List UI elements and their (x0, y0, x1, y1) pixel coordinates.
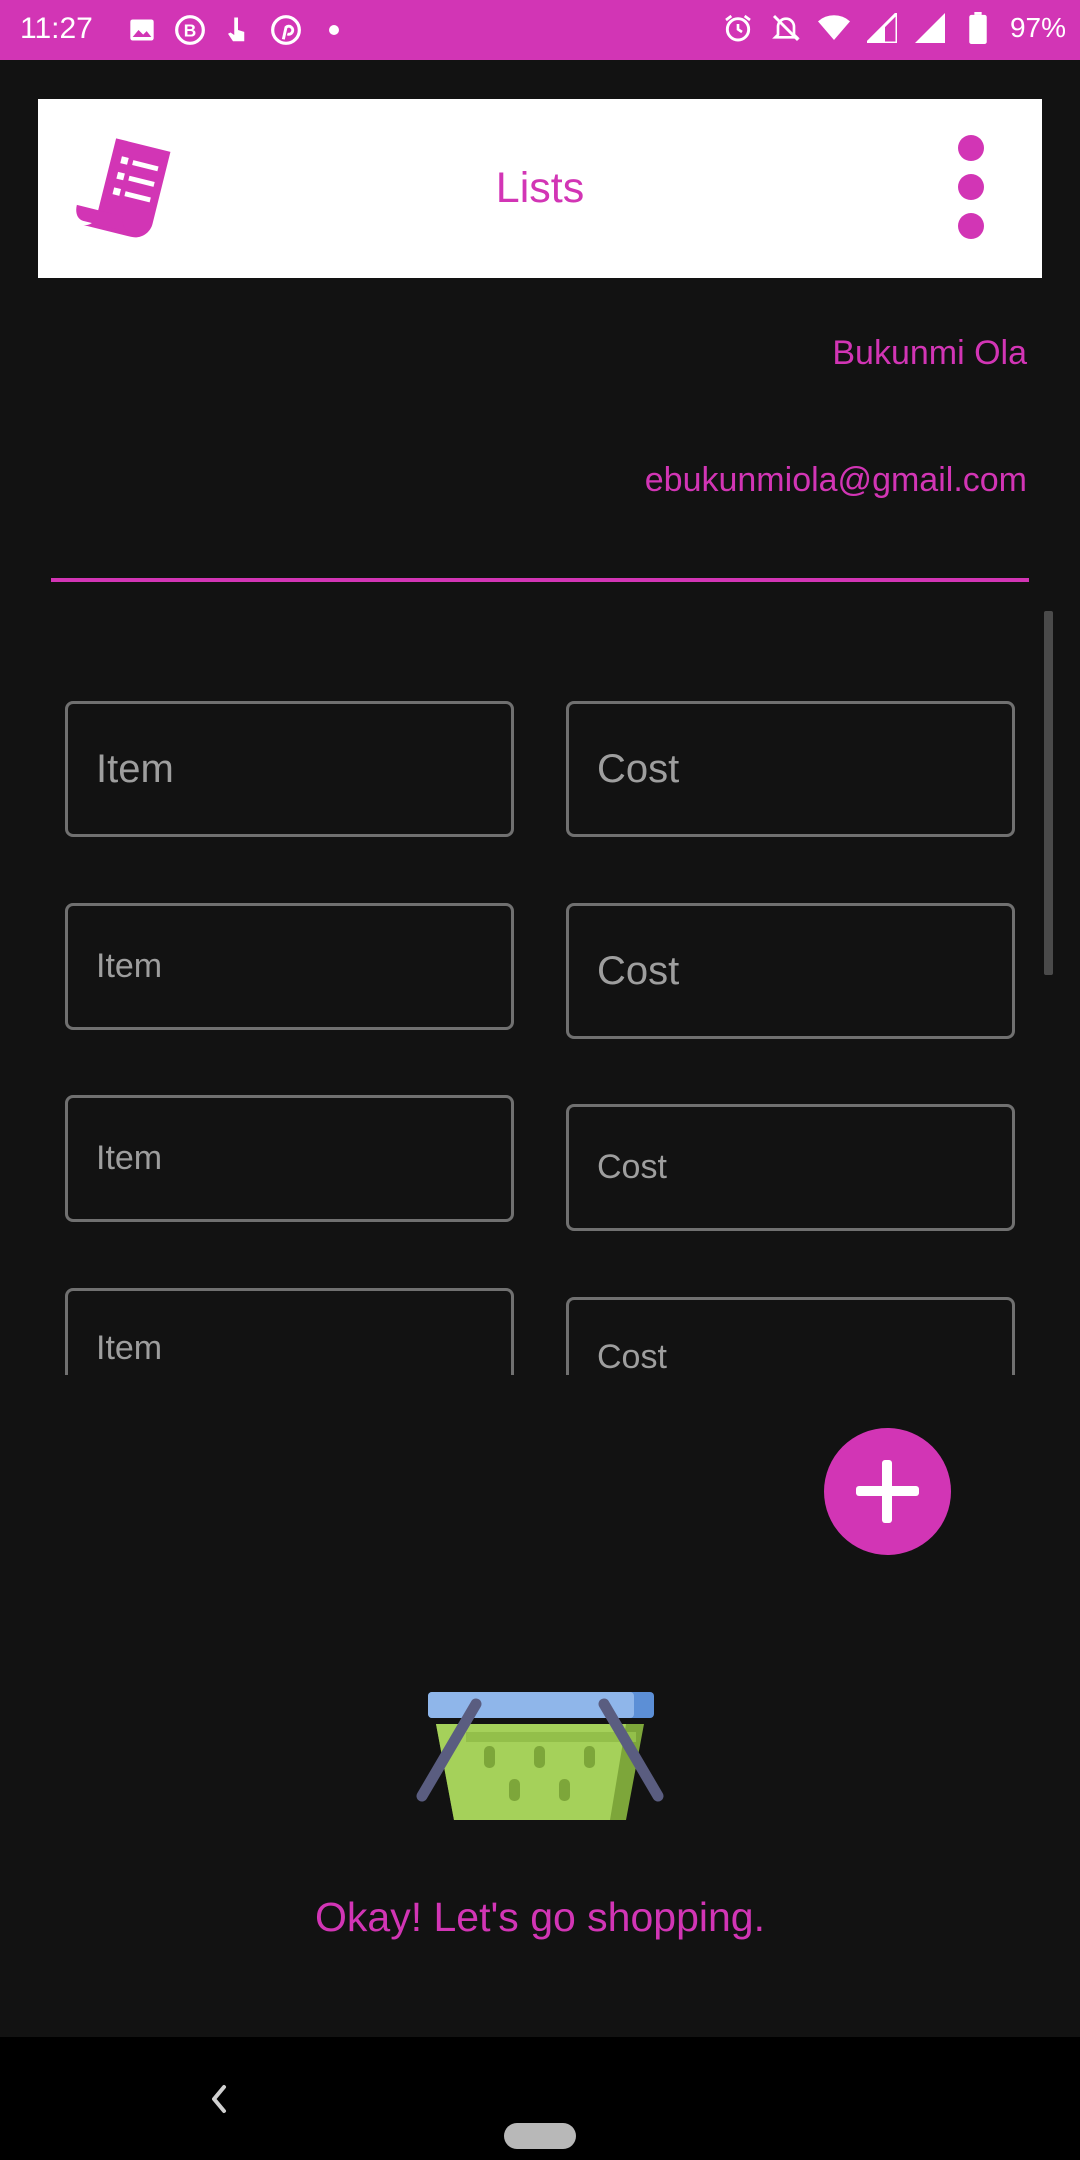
item-input[interactable]: Item (65, 903, 514, 1030)
alarm-icon (722, 12, 754, 44)
cost-input[interactable]: Cost (566, 903, 1015, 1039)
divider (51, 578, 1029, 582)
shopping-basket-icon (414, 1684, 666, 1824)
more-vertical-icon[interactable] (956, 135, 986, 241)
item-input[interactable]: Item (65, 1095, 514, 1222)
home-button[interactable] (504, 2123, 576, 2149)
signal-icon (914, 12, 946, 44)
status-time: 11:27 (20, 12, 93, 45)
item-input[interactable]: Item (65, 1288, 514, 1375)
cost-input[interactable]: Cost (566, 1297, 1015, 1375)
page-title: Lists (495, 164, 585, 212)
user-email: ebukunmiola@gmail.com (644, 461, 1027, 499)
notification-icons: B (126, 14, 350, 46)
scrollbar[interactable] (1044, 611, 1053, 975)
add-item-button[interactable] (824, 1428, 951, 1555)
pinterest-icon (270, 14, 302, 46)
item-input[interactable]: Item (65, 701, 514, 837)
cost-input[interactable]: Cost (566, 1104, 1015, 1231)
item-list[interactable]: Item Cost Item Cost Item Cost Item Cost (0, 610, 1080, 1375)
status-bar: 11:27 B 97% (0, 0, 1080, 60)
back-icon[interactable] (204, 2079, 234, 2119)
navigation-bar (0, 2037, 1080, 2160)
empty-state-message: Okay! Let's go shopping. (315, 1894, 765, 1940)
wifi-icon (817, 12, 850, 44)
system-icons: 97% (722, 12, 1066, 44)
svg-text:B: B (184, 21, 197, 41)
user-name: Bukunmi Ola (832, 334, 1027, 372)
battery-percent: 97% (1009, 12, 1066, 43)
bell-off-icon (770, 12, 802, 44)
image-icon (126, 14, 158, 46)
app-bar: Lists (38, 99, 1042, 278)
battery-icon (962, 12, 994, 44)
signal-icon (866, 12, 898, 44)
touch-icon (222, 14, 254, 46)
cost-input[interactable]: Cost (566, 701, 1015, 837)
b-badge-icon: B (174, 14, 206, 46)
dot-icon (318, 14, 350, 46)
